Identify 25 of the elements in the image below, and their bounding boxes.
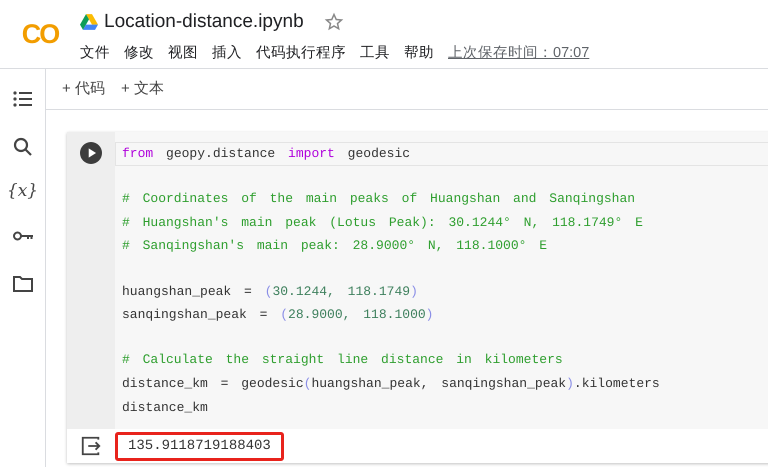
code-line: # Sanqingshan's main peak: 28.9000° N, 118.1000° E [121, 237, 548, 256]
add-cell-button[interactable]: + 文本 [120, 78, 164, 100]
menu-item[interactable]: 工具 [360, 42, 390, 64]
star-icon[interactable] [324, 12, 344, 32]
menu-item[interactable]: 文件 [80, 42, 110, 64]
drive-icon [80, 14, 98, 30]
code-line: sanqingshan_peak = (28.9000, 118.1000) [121, 306, 434, 324]
code-line: # Huangshan's main peak (Lotus Peak): 30.1244° N, 118.1749° E [121, 214, 644, 232]
output-value: 135.9118719188403 [115, 432, 284, 461]
code-line: # Calculate the straight line distance in kilometers [121, 351, 564, 370]
code-line: distance_km = geodesic(huangshan_peak, sanqingshan_peak).kilometers [121, 374, 661, 393]
menu-item[interactable]: 代码执行程序 [256, 42, 346, 64]
output-icon [80, 435, 102, 458]
last-saved-link[interactable]: 上次保存时间：07:07 [448, 42, 590, 64]
menu-item[interactable]: 插入 [212, 42, 242, 64]
code-line: distance_km [121, 398, 209, 417]
menu-item[interactable]: 修改 [124, 42, 154, 64]
menu-item[interactable]: 帮助 [404, 42, 434, 64]
code-line: # Coordinates of the main peaks of Huangshan and Sanqingshan [121, 190, 636, 208]
run-button[interactable] [80, 142, 102, 164]
code-line: huangshan_peak = (30.1244, 118.1749) [121, 282, 419, 301]
add-cell-button[interactable]: + 代码 [62, 78, 105, 100]
notebook-title[interactable]: Location-distance.ipynb [104, 8, 304, 36]
variables-icon[interactable]: {x} [6, 183, 38, 200]
menu-item[interactable]: 视图 [168, 42, 198, 64]
